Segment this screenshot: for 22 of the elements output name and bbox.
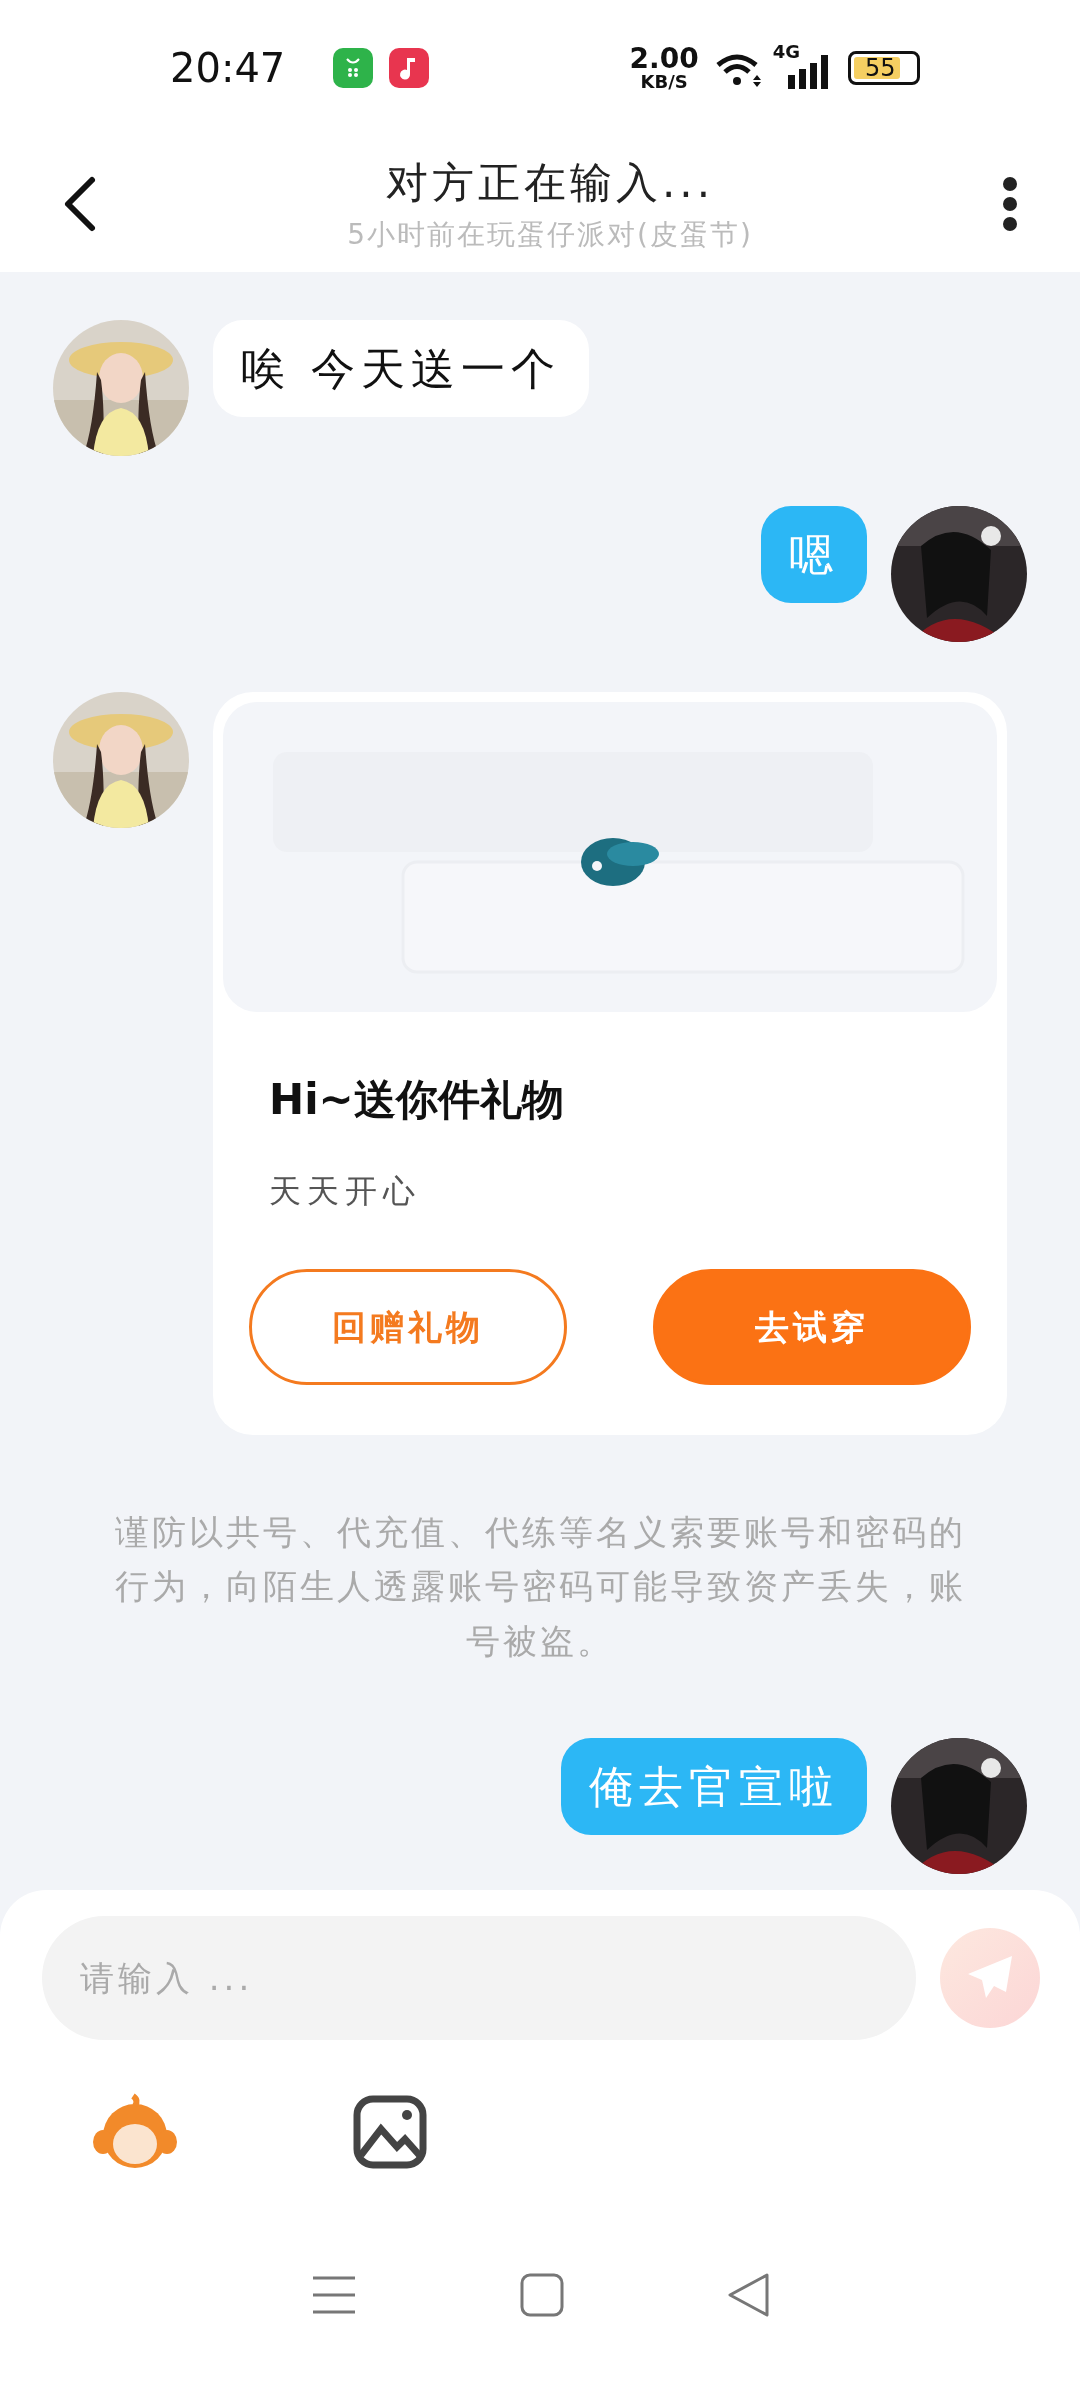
message-bubble: 嗯 bbox=[761, 506, 867, 604]
clock-time: 20:47 bbox=[170, 43, 286, 93]
network-type: 4G bbox=[772, 39, 800, 64]
gift-title: Hi~送你件礼物 bbox=[269, 1074, 565, 1126]
try-on-button[interactable]: 去试穿 bbox=[653, 1269, 971, 1385]
message-bubble: 俺去官宣啦 bbox=[561, 1738, 867, 1836]
speed-unit: KB/S bbox=[639, 72, 689, 91]
network-speed: 2.00 bbox=[629, 44, 699, 73]
message-bubble: 唉 今天送一个 bbox=[213, 320, 589, 418]
chat-title: 对方正在输入... bbox=[385, 157, 715, 209]
menu-icon[interactable] bbox=[311, 2274, 358, 2316]
message-input[interactable]: 请输入 ... bbox=[42, 1916, 916, 2040]
store-app-icon bbox=[333, 47, 374, 88]
image-icon[interactable] bbox=[353, 2095, 427, 2169]
music-note-icon bbox=[389, 47, 430, 88]
home-icon[interactable] bbox=[520, 2273, 564, 2317]
battery-level: 55 bbox=[865, 55, 896, 80]
return-gift-button[interactable]: 回赠礼物 bbox=[249, 1269, 567, 1385]
gift-message: 天天开心 bbox=[269, 1171, 422, 1212]
safety-notice: 谨防以共号、代充值、代练等名义索要账号和密码的行为，向陌生人透露账号密码可能导致资产丢失，账号被盗。 bbox=[113, 1511, 967, 1663]
back-icon[interactable] bbox=[726, 2273, 769, 2317]
status-subtitle: 5小时前在玩蛋仔派对(皮蛋节) bbox=[347, 217, 753, 253]
